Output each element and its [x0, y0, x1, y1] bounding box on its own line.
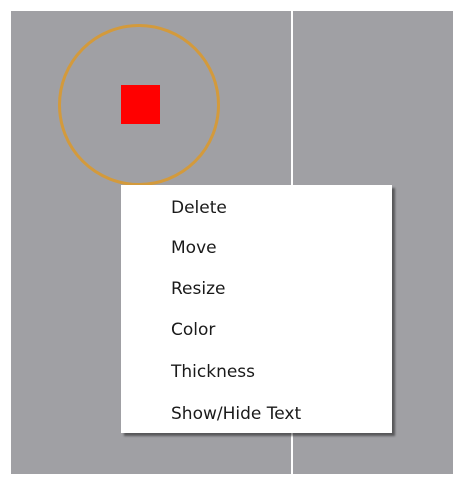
menu-item-show-hide-text[interactable]: Show/Hide Text: [171, 397, 301, 431]
menu-item-thickness[interactable]: Thickness: [171, 355, 255, 389]
menu-item-delete[interactable]: Delete: [171, 191, 227, 225]
context-menu: Delete Move Resize Color Thickness Show/…: [121, 185, 392, 433]
menu-item-move[interactable]: Move: [171, 231, 217, 265]
menu-item-resize[interactable]: Resize: [171, 272, 225, 306]
menu-item-color[interactable]: Color: [171, 313, 215, 347]
red-square-marker[interactable]: [121, 85, 160, 124]
